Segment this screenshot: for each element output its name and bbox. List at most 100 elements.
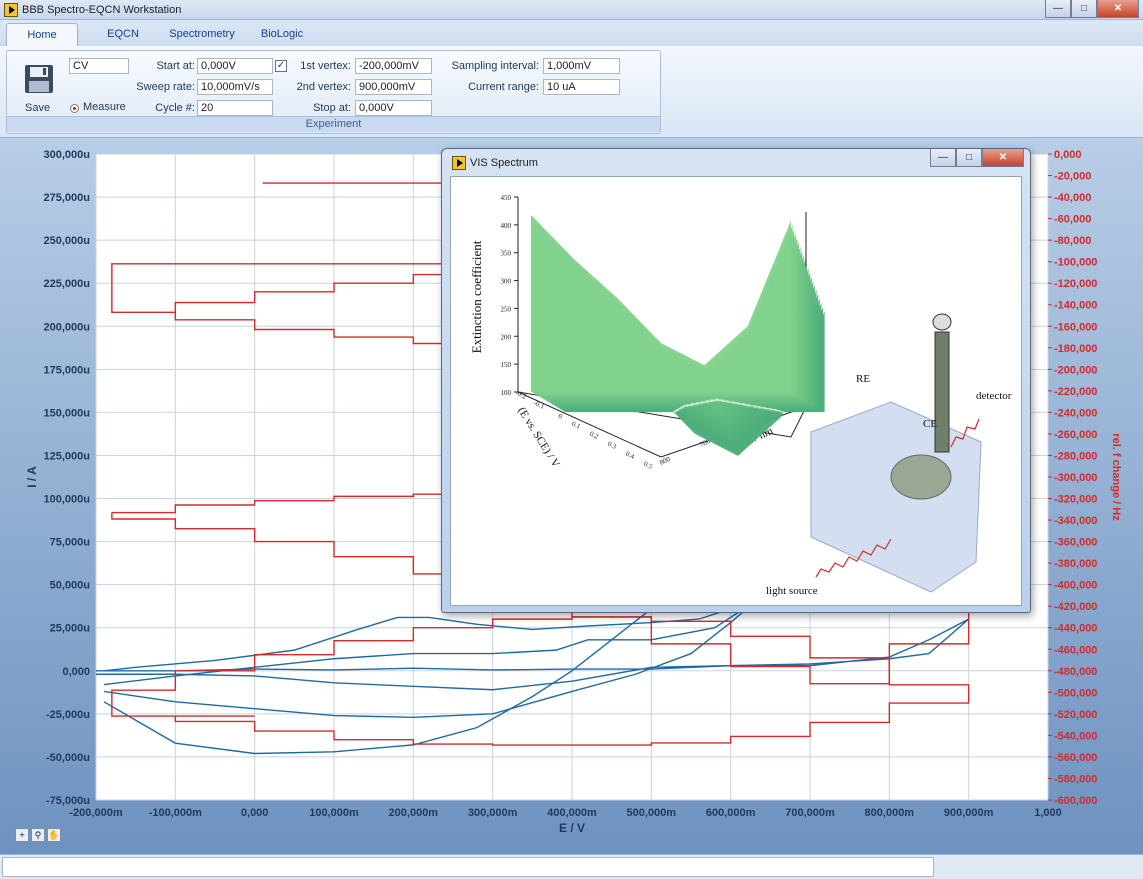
current-range-field[interactable]: 10 uA xyxy=(543,79,620,95)
y-tick-label: 0,000 xyxy=(62,666,90,678)
vis-content: 100 150 200 250 300 350 400 450 Extinction coeff… xyxy=(450,176,1022,606)
experiment-group-label: Experiment xyxy=(7,116,660,132)
ribbon-tabs: Home EQCN Spectrometry BioLogic xyxy=(0,20,1143,46)
x-tick-label: -200,000m xyxy=(69,807,122,819)
y2-tick-label: -200,000 xyxy=(1054,364,1097,376)
z-tick-label: 150 xyxy=(501,361,512,369)
vertex2-field[interactable]: 900,000mV xyxy=(355,79,432,95)
experiment-group: Save CV Measure Start at: 0,000V ✓ Sweep… xyxy=(6,50,661,134)
vis-spectrum-figure: 100 150 200 250 300 350 400 450 Extinction coeff… xyxy=(469,194,1012,597)
vis-window-title: VIS Spectrum xyxy=(470,157,538,169)
vis-spectrum-window[interactable]: VIS Spectrum — □ ✕ 100 150 200 250 300 350 400… xyxy=(441,148,1031,613)
maximize-button[interactable]: □ xyxy=(1071,0,1097,18)
z-axis-label: Extinction coefficient xyxy=(469,240,484,353)
y-tick-label: 150,000u xyxy=(44,407,90,419)
z-tick-label: 200 xyxy=(501,333,512,341)
tab-spectrometry[interactable]: Spectrometry xyxy=(162,23,242,46)
x-tick-label: -100,000m xyxy=(149,807,202,819)
y2-tick-label: -240,000 xyxy=(1054,407,1097,419)
y-tick-label: -0.1 xyxy=(532,399,546,411)
tab-biologic[interactable]: BioLogic xyxy=(252,23,312,46)
vis-close-button[interactable]: ✕ xyxy=(982,149,1024,167)
technique-field[interactable]: CV xyxy=(69,58,129,74)
y-tick-label: -75,000u xyxy=(46,795,90,807)
stop-at-label: Stop at: xyxy=(313,102,351,114)
z-tick-label: 100 xyxy=(501,389,512,397)
y2-tick-label: -580,000 xyxy=(1054,773,1097,785)
re-label: RE xyxy=(856,373,870,385)
y2-axis-label: rel. f change / Hz xyxy=(1110,433,1122,521)
z-tick-label: 450 xyxy=(501,194,512,202)
y-tick-label: -50,000u xyxy=(46,752,90,764)
sweep-rate-field[interactable]: 10,000mV/s xyxy=(197,79,273,95)
y-tick-label: -25,000u xyxy=(46,709,90,721)
vertex1-field[interactable]: -200,000mV xyxy=(355,58,432,74)
floppy-disk-icon[interactable] xyxy=(23,63,55,95)
y2-tick-label: -140,000 xyxy=(1054,300,1097,312)
y2-tick-label: -560,000 xyxy=(1054,752,1097,764)
pan-tool-icon[interactable]: ✋ xyxy=(47,828,61,842)
y-tick-label: 0.1 xyxy=(570,420,582,431)
y-axis-label: I / A xyxy=(25,466,39,488)
y-tick-label: 0.3 xyxy=(606,440,618,451)
x-tick-label: 0,000 xyxy=(241,807,269,819)
y-tick-label: 0.2 xyxy=(588,430,600,441)
y2-tick-label: -160,000 xyxy=(1054,321,1097,333)
save-button[interactable]: Save xyxy=(25,102,50,114)
y-tick-label: 300,000u xyxy=(44,149,90,161)
sampling-interval-label: Sampling interval: xyxy=(451,60,539,72)
y2-tick-label: -500,000 xyxy=(1054,687,1097,699)
y2-tick-label: -280,000 xyxy=(1054,450,1097,462)
start-at-field[interactable]: 0,000V xyxy=(197,58,273,74)
x-tick-label: 500,000m xyxy=(627,807,677,819)
ce-label: CE xyxy=(923,418,937,430)
sampling-interval-field[interactable]: 1,000mV xyxy=(543,58,620,74)
zoom-tool-icon[interactable]: ⚲ xyxy=(31,828,45,842)
y2-tick-label: 0,000 xyxy=(1054,149,1082,161)
y-tick-label: 50,000u xyxy=(50,580,90,592)
vertex1-label: 1st vertex: xyxy=(300,60,351,72)
y-tick-label: 175,000u xyxy=(44,364,90,376)
x-axis-label: E / V xyxy=(559,821,585,835)
y2-tick-label: -320,000 xyxy=(1054,494,1097,506)
cursor-tool-icon[interactable]: + xyxy=(15,828,29,842)
x-tick-label: 300,000m xyxy=(468,807,518,819)
x-tick-label: 900,000m xyxy=(944,807,994,819)
y-tick-label: 250,000u xyxy=(44,235,90,247)
minimize-button[interactable]: — xyxy=(1045,0,1071,18)
close-button[interactable]: ✕ xyxy=(1097,0,1139,18)
y2-tick-label: -520,000 xyxy=(1054,709,1097,721)
y-tick-label: 75,000u xyxy=(50,537,90,549)
cycle-label: Cycle #: xyxy=(155,102,195,114)
y2-tick-label: -40,000 xyxy=(1054,192,1091,204)
y2-tick-label: -460,000 xyxy=(1054,644,1097,656)
detector-cap xyxy=(932,313,952,331)
vis-maximize-button[interactable]: □ xyxy=(956,149,982,167)
tab-eqcn[interactable]: EQCN xyxy=(92,23,154,46)
measure-radio[interactable] xyxy=(70,104,79,113)
x-tick-label: 200,000m xyxy=(389,807,439,819)
x-tick-label: 600,000m xyxy=(706,807,756,819)
y-tick-label: 0.5 xyxy=(642,460,654,471)
stop-at-field[interactable]: 0,000V xyxy=(355,100,432,116)
z-tick-label: 300 xyxy=(501,278,512,286)
window-title: BBB Spectro-EQCN Workstation xyxy=(22,4,182,16)
x-tick-label: 400,000m xyxy=(547,807,597,819)
detector-tube xyxy=(934,331,950,453)
y2-tick-label: -20,000 xyxy=(1054,171,1091,183)
tab-home[interactable]: Home xyxy=(6,23,78,46)
vis-minimize-button[interactable]: — xyxy=(930,149,956,167)
surface-layer-0 xyxy=(531,214,791,392)
y2-tick-label: -420,000 xyxy=(1054,601,1097,613)
y-tick-label: 200,000u xyxy=(44,321,90,333)
graph-tools: + ⚲ ✋ xyxy=(15,828,61,842)
y2-tick-label: -340,000 xyxy=(1054,515,1097,527)
start-at-checkbox[interactable]: ✓ xyxy=(275,60,287,72)
y-tick-label: 100,000u xyxy=(44,494,90,506)
y-tick-label: 0.4 xyxy=(624,450,636,461)
y2-tick-label: -300,000 xyxy=(1054,472,1097,484)
cycle-field[interactable]: 20 xyxy=(197,100,273,116)
y2-tick-label: -480,000 xyxy=(1054,666,1097,678)
y2-tick-label: -540,000 xyxy=(1054,730,1097,742)
status-field xyxy=(2,857,934,877)
